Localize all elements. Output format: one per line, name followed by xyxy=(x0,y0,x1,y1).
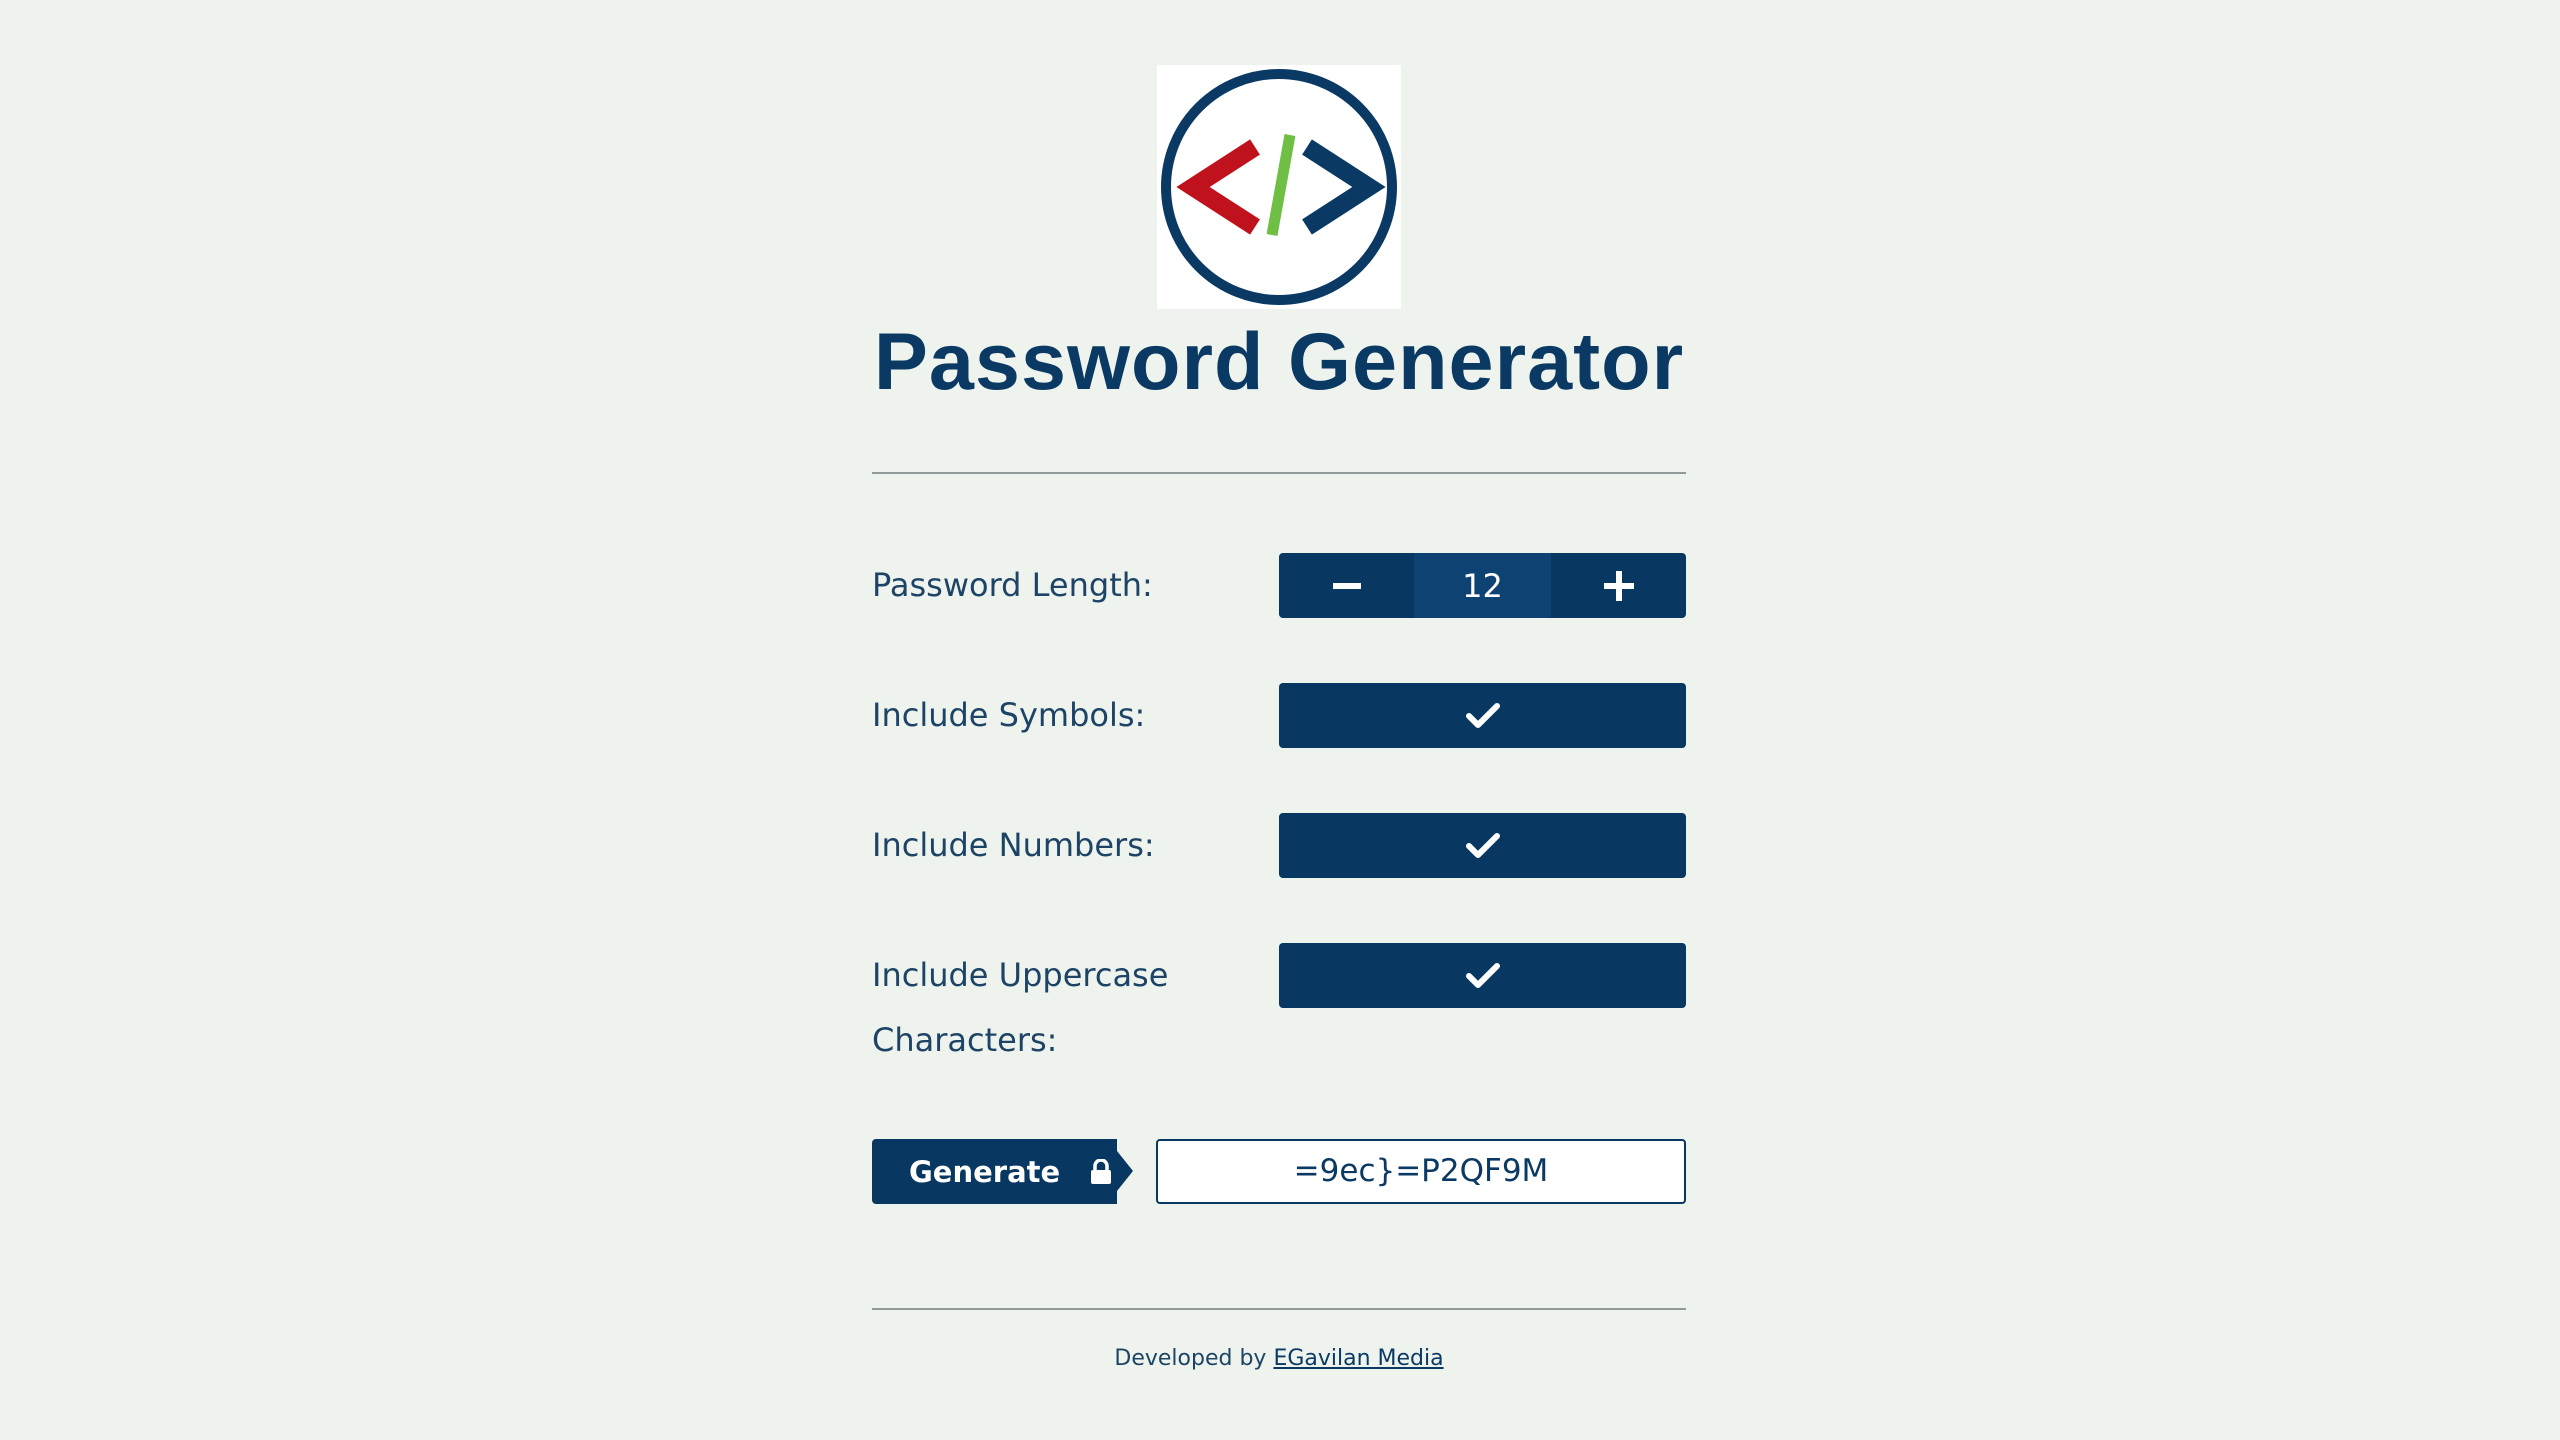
generate-button[interactable]: Generate xyxy=(872,1139,1117,1204)
divider-top xyxy=(872,472,1686,474)
divider-bottom xyxy=(872,1308,1686,1310)
include-symbols-label: Include Symbols: xyxy=(872,696,1146,734)
footer: Developed by EGavilan Media xyxy=(872,1346,1686,1371)
password-length-value[interactable]: 12 xyxy=(1414,553,1551,618)
lock-icon xyxy=(1090,1158,1112,1185)
password-length-stepper: 12 xyxy=(1279,553,1686,618)
check-icon xyxy=(1465,702,1500,728)
page-title: Password Generator xyxy=(873,317,1685,407)
footer-prefix: Developed by xyxy=(1114,1346,1267,1371)
include-uppercase-toggle[interactable] xyxy=(1279,943,1686,1008)
minus-icon xyxy=(1332,582,1361,589)
decrease-length-button[interactable] xyxy=(1279,553,1414,618)
password-length-label: Password Length: xyxy=(872,566,1153,604)
include-symbols-toggle[interactable] xyxy=(1279,683,1686,748)
code-brackets-logo-icon xyxy=(1161,69,1397,305)
generated-password-field[interactable] xyxy=(1156,1139,1686,1204)
include-numbers-toggle[interactable] xyxy=(1279,813,1686,878)
include-numbers-label: Include Numbers: xyxy=(872,826,1155,864)
check-icon xyxy=(1465,962,1500,988)
plus-icon xyxy=(1603,570,1634,601)
app-container: Password Generator Password Length: 12 I… xyxy=(872,0,1686,1440)
generate-button-arrow xyxy=(1117,1151,1133,1191)
check-icon xyxy=(1465,832,1500,858)
generate-button-label: Generate xyxy=(909,1154,1061,1189)
include-uppercase-label: Include Uppercase Characters: xyxy=(872,956,1169,1059)
logo xyxy=(1157,65,1401,309)
increase-length-button[interactable] xyxy=(1551,553,1686,618)
footer-author-link[interactable]: EGavilan Media xyxy=(1273,1346,1443,1371)
